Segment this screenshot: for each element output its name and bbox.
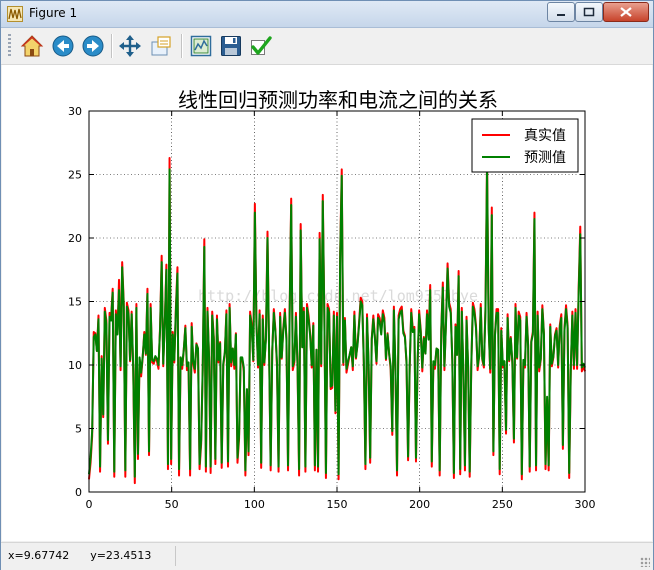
checkmark-icon bbox=[251, 36, 272, 55]
toolbar-separator bbox=[111, 34, 113, 58]
legend-label: 预测值 bbox=[524, 150, 566, 166]
forward-button[interactable] bbox=[79, 32, 107, 60]
cursor-coordinates: x=9.67742 y=23.4513 bbox=[8, 549, 152, 562]
resize-grip[interactable] bbox=[640, 557, 650, 567]
title-bar[interactable]: Figure 1 bbox=[1, 1, 653, 28]
x-tick-label: 200 bbox=[409, 498, 430, 511]
figure-canvas[interactable]: 线性回归预测功率和电流之间的关系 http://blog.csdn.net/lo… bbox=[2, 65, 652, 541]
y-tick-label: 0 bbox=[75, 486, 82, 499]
x-tick-label: 250 bbox=[492, 498, 513, 511]
figure-window: Figure 1 线性回归预测功率和电流之间的关系 http://blog.cs… bbox=[0, 0, 654, 570]
zoom-icon bbox=[151, 36, 171, 56]
y-tick-label: 25 bbox=[68, 169, 82, 182]
y-tick-label: 10 bbox=[68, 359, 82, 372]
x-tick-label: 0 bbox=[86, 498, 93, 511]
y-tick-label: 5 bbox=[75, 423, 82, 436]
forward-icon bbox=[82, 35, 104, 57]
save-icon bbox=[221, 36, 241, 56]
legend-label: 真实值 bbox=[524, 128, 566, 144]
close-icon bbox=[620, 7, 632, 17]
minimize-icon bbox=[557, 14, 565, 16]
back-button[interactable] bbox=[49, 32, 77, 60]
x-tick-label: 50 bbox=[165, 498, 179, 511]
subplots-button[interactable] bbox=[187, 32, 215, 60]
toolbar-separator bbox=[181, 34, 183, 58]
window-title: Figure 1 bbox=[29, 6, 78, 20]
zoom-button[interactable] bbox=[147, 32, 175, 60]
home-icon bbox=[20, 35, 44, 57]
home-button[interactable] bbox=[18, 32, 46, 60]
y-tick-label: 30 bbox=[68, 105, 82, 118]
matplotlib-app-icon bbox=[7, 6, 23, 22]
edit-button[interactable] bbox=[247, 32, 275, 60]
back-icon bbox=[52, 35, 74, 57]
status-bar: x=9.67742 y=23.4513 bbox=[1, 542, 653, 570]
x-tick-label: 150 bbox=[327, 498, 348, 511]
close-button[interactable] bbox=[603, 2, 649, 22]
y-tick-label: 15 bbox=[68, 296, 82, 309]
x-tick-label: 300 bbox=[575, 498, 596, 511]
minimize-button[interactable] bbox=[547, 2, 575, 22]
status-divider bbox=[175, 546, 176, 566]
maximize-button[interactable] bbox=[575, 2, 603, 22]
chart-title: 线性回归预测功率和电流之间的关系 bbox=[178, 88, 498, 112]
navigation-toolbar bbox=[1, 28, 653, 65]
pan-button[interactable] bbox=[116, 32, 144, 60]
pan-icon bbox=[119, 35, 141, 57]
save-button[interactable] bbox=[217, 32, 245, 60]
watermark-text: http://blog.csdn.net/lom9357bye bbox=[198, 287, 478, 305]
line-chart[interactable]: 线性回归预测功率和电流之间的关系 http://blog.csdn.net/lo… bbox=[2, 65, 652, 541]
subplots-icon bbox=[190, 35, 212, 57]
maximize-icon bbox=[583, 7, 595, 17]
y-tick-label: 20 bbox=[68, 232, 82, 245]
toolbar-grip[interactable] bbox=[8, 34, 11, 58]
x-tick-label: 100 bbox=[244, 498, 265, 511]
